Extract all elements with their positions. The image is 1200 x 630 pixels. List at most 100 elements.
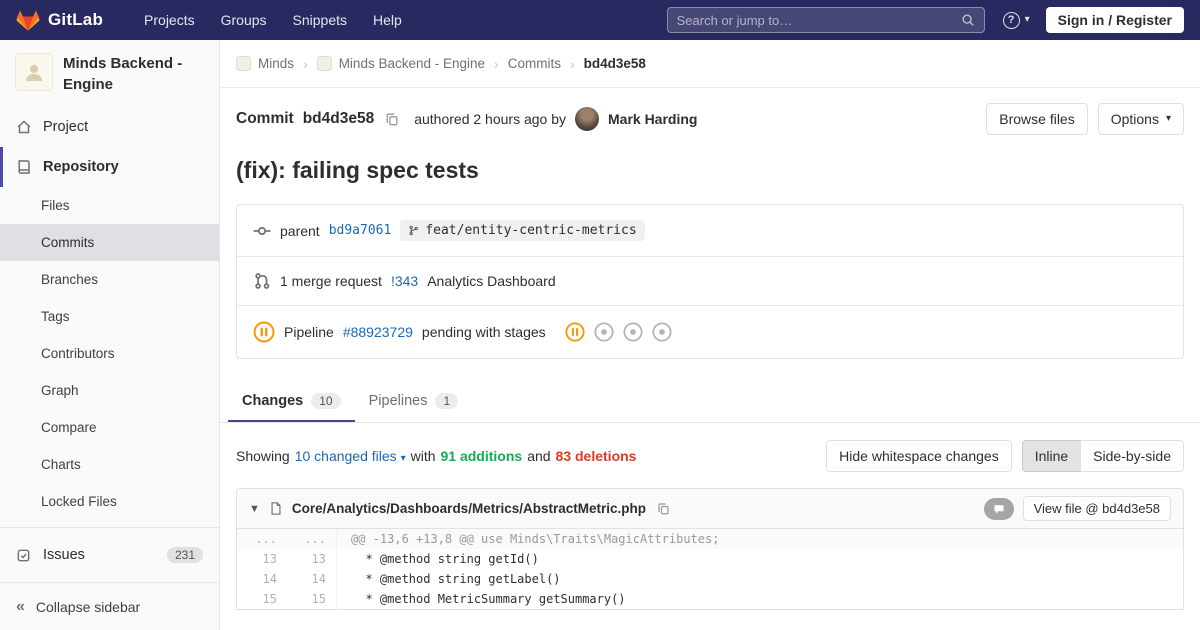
diff-code: * @method string getLabel() — [351, 572, 561, 586]
brand-name: GitLab — [48, 10, 104, 29]
tab-label: Pipelines — [368, 393, 428, 409]
new-line-number[interactable]: 14 — [287, 569, 337, 589]
diff-line: 13 13 * @method string getId() — [237, 549, 1183, 569]
project-crumb-avatar — [316, 56, 332, 71]
search-icon[interactable] — [961, 13, 975, 27]
collapse-diff-icon[interactable]: ▼ — [249, 503, 260, 515]
tab-pipelines[interactable]: Pipelines 1 — [355, 381, 473, 422]
old-line-number[interactable]: 13 — [237, 549, 287, 569]
copy-path-button[interactable] — [655, 500, 672, 517]
and-label: and — [527, 448, 551, 464]
new-line-number[interactable]: 15 — [287, 589, 337, 609]
pipeline-id-link[interactable]: #88923729 — [343, 324, 413, 340]
gitlab-logo[interactable]: GitLab — [16, 9, 103, 32]
sidebar-item-contributors[interactable]: Contributors — [0, 335, 219, 372]
browse-files-button[interactable]: Browse files — [986, 103, 1088, 135]
copy-sha-button[interactable] — [383, 110, 401, 128]
breadcrumb-commits[interactable]: Commits — [508, 56, 561, 71]
parent-sha-link[interactable]: bd9a7061 — [329, 223, 392, 238]
global-search[interactable] — [666, 7, 985, 33]
diff-view-controls: Hide whitespace changes Inline Side-by-s… — [826, 440, 1184, 472]
breadcrumb-label: Minds Backend - Engine — [338, 56, 486, 71]
breadcrumb-label: bd4d3e58 — [583, 56, 646, 71]
diff-file-path[interactable]: Core/Analytics/Dashboards/Metrics/Abstra… — [292, 501, 646, 516]
author-name[interactable]: Mark Harding — [608, 111, 697, 127]
sidebar-item-project[interactable]: Project — [0, 107, 219, 147]
side-by-side-view-button[interactable]: Side-by-side — [1080, 440, 1184, 472]
breadcrumb-group[interactable]: Minds — [236, 56, 294, 71]
changed-files-dropdown[interactable]: 10 changed files ▾ — [295, 448, 406, 464]
breadcrumb-current-sha: bd4d3e58 — [584, 56, 646, 71]
branch-icon — [408, 225, 419, 236]
hide-whitespace-button[interactable]: Hide whitespace changes — [826, 440, 1012, 472]
stage-pending-icon[interactable] — [565, 322, 585, 342]
nav-help[interactable]: Help — [360, 0, 415, 40]
search-input[interactable] — [676, 12, 955, 28]
nav-groups[interactable]: Groups — [208, 0, 280, 40]
old-line-number: ... — [255, 532, 277, 546]
breadcrumb-label: Commits — [507, 56, 561, 71]
new-line-number[interactable]: 13 — [287, 549, 337, 569]
options-label: Options — [1110, 111, 1159, 127]
project-title: Minds Backend - Engine — [63, 55, 183, 93]
parent-row: parent bd9a7061 feat/entity-centric-metr… — [237, 205, 1183, 256]
inline-view-button[interactable]: Inline — [1021, 440, 1082, 472]
sign-in-button[interactable]: Sign in / Register — [1045, 7, 1184, 33]
old-line-number[interactable]: 15 — [237, 589, 287, 609]
nav-projects[interactable]: Projects — [131, 0, 208, 40]
old-line-number[interactable]: 14 — [237, 569, 287, 589]
commit-icon — [253, 222, 271, 240]
stage-created-icon[interactable] — [594, 322, 614, 342]
file-icon — [269, 501, 283, 516]
home-icon — [16, 119, 32, 135]
authored-text: authored 2 hours ago by — [414, 111, 566, 127]
diff-line: 14 14 * @method string getLabel() — [237, 569, 1183, 589]
pipeline-status-text: pending with stages — [421, 324, 546, 340]
breadcrumb: Minds › Minds Backend - Engine › Commits… — [220, 40, 1200, 88]
diff-code: @@ -13,6 +13,8 @@ use Minds\Traits\Magic… — [351, 532, 720, 546]
author-avatar[interactable] — [575, 107, 599, 131]
stage-created-icon[interactable] — [652, 322, 672, 342]
sidebar-item-locked-files[interactable]: Locked Files — [0, 483, 219, 520]
breadcrumb-project[interactable]: Minds Backend - Engine — [316, 56, 486, 71]
chevron-down-icon: ▾ — [1024, 14, 1030, 25]
with-label: with — [410, 448, 436, 464]
collapse-sidebar-button[interactable]: « Collapse sidebar — [0, 582, 219, 630]
sidebar-item-graph[interactable]: Graph — [0, 372, 219, 409]
additions-count: 91 additions — [440, 448, 523, 464]
commit-tabs: Changes 10 Pipelines 1 — [220, 381, 1200, 423]
breadcrumb-label: Minds — [258, 56, 295, 71]
pipeline-mini-graph — [565, 322, 672, 342]
sidebar-item-issues[interactable]: Issues 231 — [0, 535, 219, 575]
commit-sha: bd4d3e58 — [302, 110, 375, 127]
sidebar-divider — [0, 527, 219, 529]
help-dropdown[interactable]: ? ▾ — [1002, 11, 1030, 29]
sidebar-item-charts[interactable]: Charts — [0, 446, 219, 483]
new-line-number: ... — [287, 529, 337, 549]
stage-created-icon[interactable] — [623, 322, 643, 342]
sidebar-item-tags[interactable]: Tags — [0, 298, 219, 335]
navbar-links: Projects Groups Snippets Help — [131, 0, 415, 40]
tab-label: Changes — [242, 393, 304, 409]
diff-stats-bar: Showing 10 changed files ▾ with 91 addit… — [220, 423, 1200, 488]
sidebar-item-repository[interactable]: Repository — [0, 147, 219, 188]
repository-icon — [16, 159, 32, 175]
deletions-count: 83 deletions — [555, 448, 637, 464]
merge-request-row: 1 merge request !343 Analytics Dashboard — [237, 256, 1183, 305]
view-file-button[interactable]: View file @ bd4d3e58 — [1022, 496, 1171, 521]
tab-changes[interactable]: Changes 10 — [228, 381, 355, 422]
project-context[interactable]: Minds Backend - Engine — [0, 40, 219, 107]
options-button[interactable]: Options ▾ — [1097, 103, 1184, 135]
sidebar-item-commits[interactable]: Commits — [0, 224, 219, 262]
diff-file-card: ▼ Core/Analytics/Dashboards/Metrics/Abst… — [236, 488, 1184, 610]
pipeline-pending-icon — [253, 321, 275, 343]
question-icon: ? — [1002, 11, 1020, 29]
group-avatar — [236, 56, 251, 71]
sidebar-item-branches[interactable]: Branches — [0, 261, 219, 298]
branch-ref-label[interactable]: feat/entity-centric-metrics — [400, 220, 645, 241]
nav-snippets[interactable]: Snippets — [280, 0, 360, 40]
toggle-comments-button[interactable] — [983, 497, 1014, 520]
sidebar-item-files[interactable]: Files — [0, 187, 219, 224]
merge-request-link[interactable]: !343 — [391, 273, 418, 289]
sidebar-item-compare[interactable]: Compare — [0, 409, 219, 446]
